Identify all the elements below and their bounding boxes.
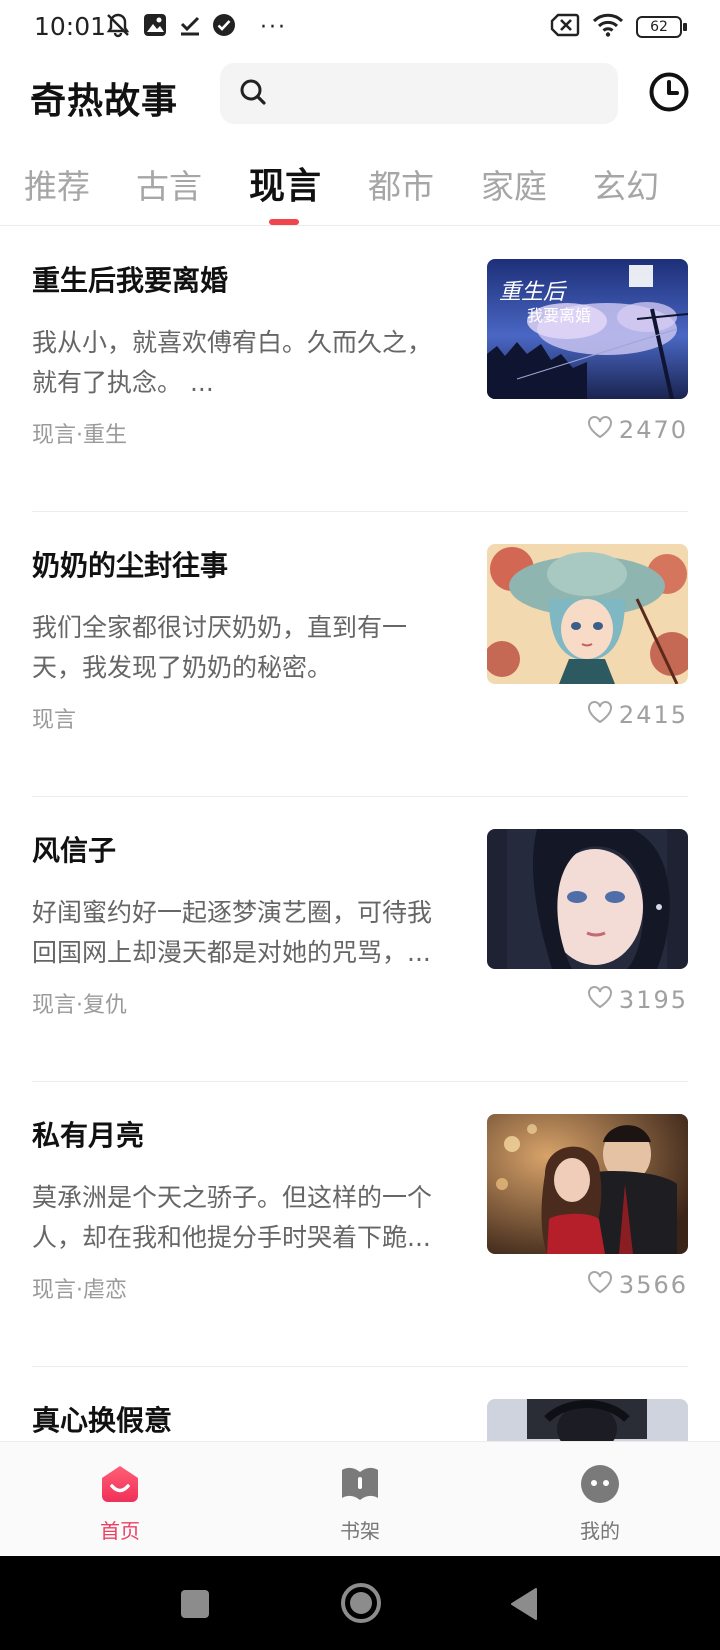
tab-urban[interactable]: 都市: [368, 160, 434, 208]
sim-off-icon: [550, 13, 580, 41]
home-circle-icon[interactable]: [340, 1582, 382, 1628]
story-card[interactable]: 重生后我要离婚 我从小，就喜欢傅宥白。久而久之，就有了执念。 ... 现言·重生…: [32, 227, 688, 512]
search-icon: [238, 77, 268, 111]
story-cover[interactable]: 重生后 我要离婚: [487, 259, 688, 399]
story-card[interactable]: 真心换假意: [32, 1367, 688, 1441]
clock-icon: [648, 72, 690, 117]
wifi-icon: [592, 13, 624, 41]
nav-home-label: 首页: [100, 1519, 140, 1543]
heart-icon: [587, 1270, 613, 1300]
status-bar: 10:01 ··· 62: [0, 0, 720, 54]
status-time: 10:01: [34, 12, 107, 41]
nav-bookshelf-label: 书架: [340, 1519, 380, 1543]
gallery-icon: [142, 12, 168, 42]
app-title: 奇热故事: [30, 81, 179, 122]
story-desc: 莫承洲是个天之骄子。但这样的一个人，却在我和他提分手时哭着下跪...: [32, 1183, 433, 1252]
heart-icon: [587, 985, 613, 1015]
like-count-value: 3195: [618, 986, 688, 1014]
like-count-value: 2470: [618, 416, 688, 444]
story-title: 重生后我要离婚: [32, 264, 229, 297]
story-desc: 我从小，就喜欢傅宥白。久而久之，就有了执念。 ...: [32, 328, 433, 397]
tab-recommend[interactable]: 推荐: [24, 160, 90, 208]
like-count[interactable]: 2415: [587, 700, 688, 730]
like-count[interactable]: 3566: [587, 1270, 688, 1300]
active-tab-indicator: [269, 219, 299, 225]
svg-text:重生后: 重生后: [499, 280, 568, 305]
story-tag: 现言: [32, 708, 77, 733]
category-tabs: 推荐 古言 现言 都市 家庭 玄幻: [0, 150, 720, 226]
nav-profile-label: 我的: [580, 1519, 620, 1543]
battery-icon: 62: [636, 16, 687, 38]
nav-bookshelf[interactable]: 书架: [240, 1442, 480, 1557]
home-smile-icon: [100, 1464, 140, 1504]
story-tag: 现言·虐恋: [32, 1278, 127, 1303]
muted-bell-icon: [104, 11, 132, 43]
bookshelf-icon: [340, 1464, 380, 1504]
like-count-value: 2415: [618, 701, 688, 729]
story-cover[interactable]: [487, 829, 688, 969]
story-title: 真心换假意: [32, 1404, 173, 1437]
story-cover[interactable]: [487, 1114, 688, 1254]
heart-icon: [587, 415, 613, 445]
recents-square-icon[interactable]: [180, 1589, 210, 1623]
story-card[interactable]: 风信子 好闺蜜约好一起逐梦演艺圈，可待我回国网上却漫天都是对她的咒骂，... 现…: [32, 797, 688, 1082]
story-cover[interactable]: [487, 544, 688, 684]
story-title: 奶奶的尘封往事: [32, 549, 229, 582]
more-status-indicator: ···: [260, 14, 287, 40]
like-count-value: 3566: [618, 1271, 688, 1299]
tab-ancient[interactable]: 古言: [136, 160, 202, 208]
tab-modern-romance[interactable]: 现言: [249, 157, 321, 209]
tab-family[interactable]: 家庭: [481, 160, 547, 208]
search-bar[interactable]: [220, 63, 618, 124]
story-title: 风信子: [32, 834, 117, 867]
story-desc: 好闺蜜约好一起逐梦演艺圈，可待我回国网上却漫天都是对她的咒骂，...: [32, 898, 433, 967]
system-navigation-bar: [0, 1556, 720, 1650]
heart-icon: [587, 700, 613, 730]
story-cover[interactable]: [487, 1399, 688, 1441]
like-count[interactable]: 2470: [587, 415, 688, 445]
history-button[interactable]: [648, 71, 690, 113]
nav-profile[interactable]: 我的: [480, 1442, 720, 1557]
story-title: 私有月亮: [32, 1119, 145, 1152]
search-input[interactable]: [278, 79, 608, 108]
svg-text:我要离婚: 我要离婚: [527, 306, 591, 325]
story-feed[interactable]: 重生后我要离婚 我从小，就喜欢傅宥白。久而久之，就有了执念。 ... 现言·重生…: [0, 227, 720, 1441]
story-tag: 现言·重生: [32, 423, 127, 448]
download-done-icon: [178, 13, 202, 41]
like-count[interactable]: 3195: [587, 985, 688, 1015]
nav-home[interactable]: 首页: [0, 1442, 240, 1557]
status-right-icons: 62: [550, 12, 687, 42]
app-header: 奇热故事: [0, 54, 720, 132]
check-circle-icon: [212, 13, 236, 41]
story-card[interactable]: 奶奶的尘封往事 我们全家都很讨厌奶奶，直到有一天，我发现了奶奶的秘密。 现言 2…: [32, 512, 688, 797]
profile-face-icon: [580, 1464, 620, 1504]
story-card[interactable]: 私有月亮 莫承洲是个天之骄子。但这样的一个人，却在我和他提分手时哭着下跪... …: [32, 1082, 688, 1367]
bottom-navigation: 首页 书架 我的: [0, 1441, 720, 1556]
status-left-icons: ···: [104, 12, 287, 42]
story-tag: 现言·复仇: [32, 993, 127, 1018]
tab-fantasy[interactable]: 玄幻: [593, 160, 659, 208]
story-desc: 我们全家都很讨厌奶奶，直到有一天，我发现了奶奶的秘密。: [32, 613, 408, 682]
back-triangle-icon[interactable]: [508, 1587, 538, 1625]
